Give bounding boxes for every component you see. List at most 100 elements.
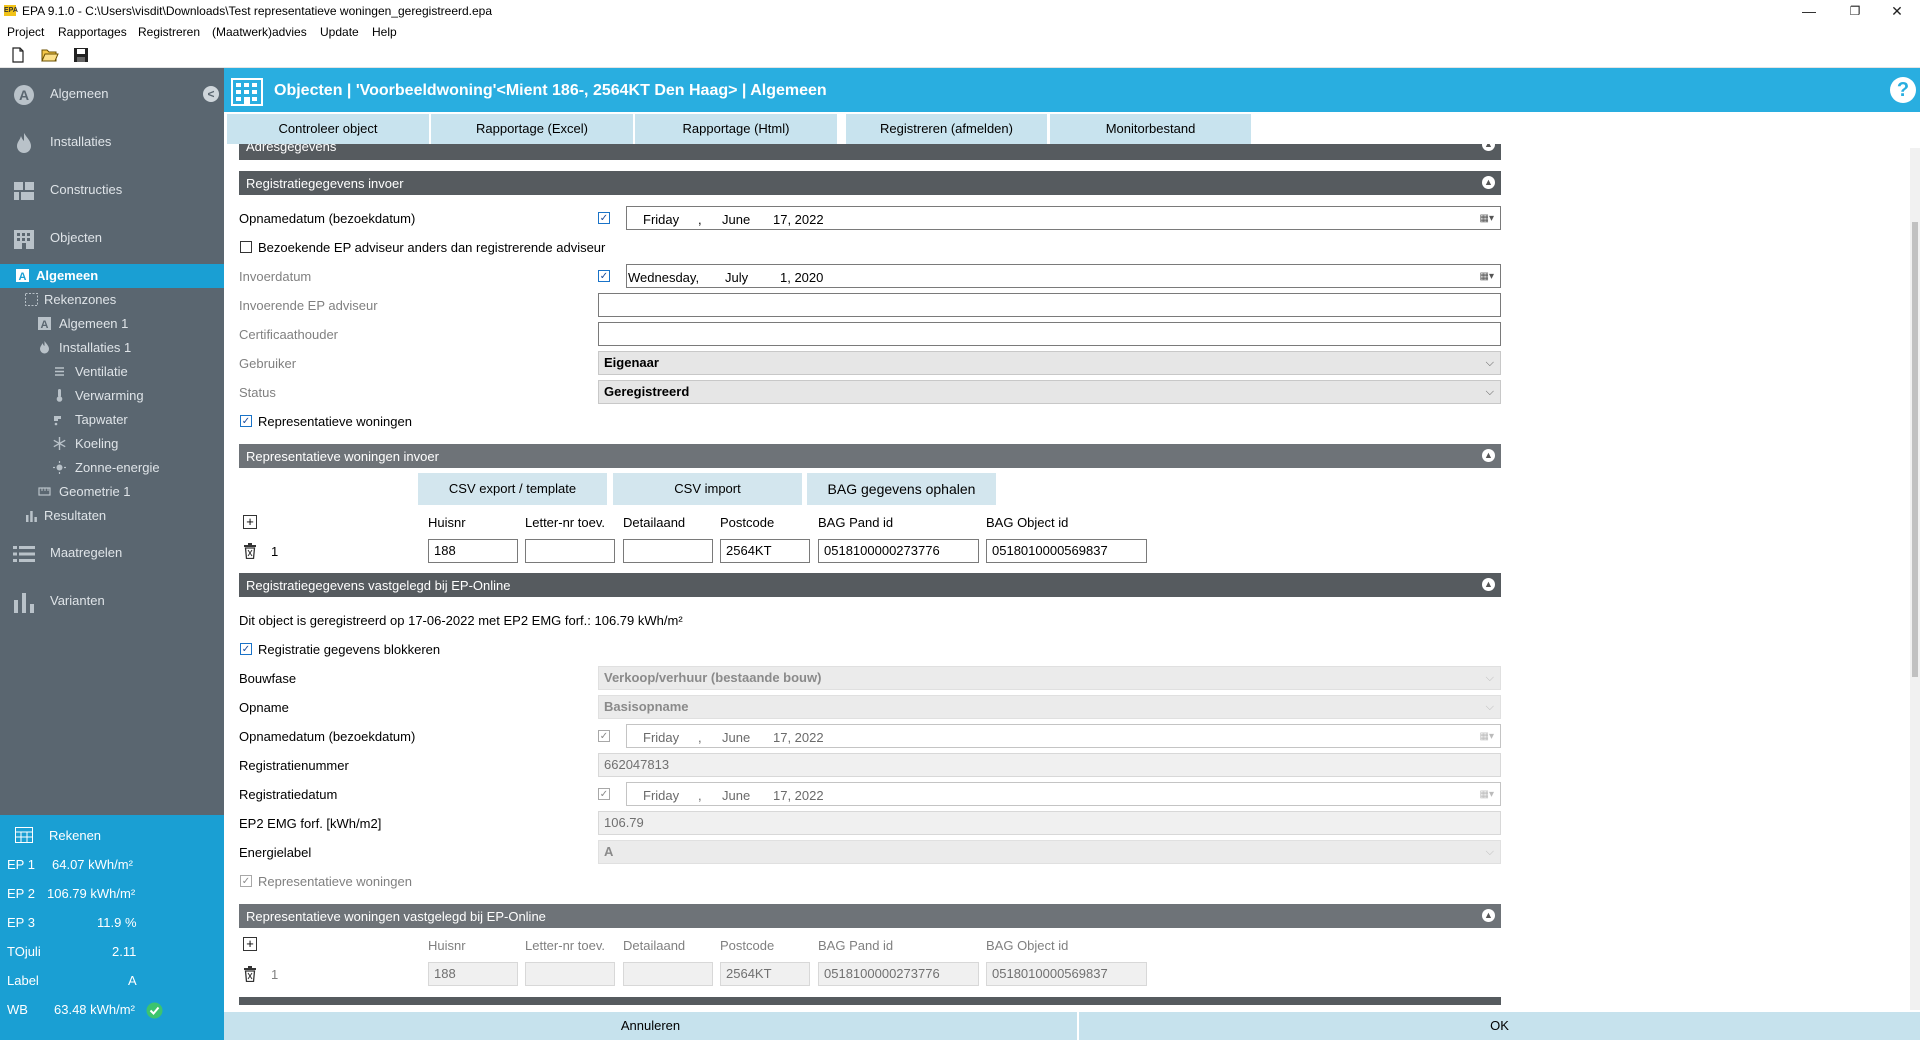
bouwfase-select[interactable]: Verkoop/verhuur (bestaande bouw) ⌵ — [598, 666, 1501, 690]
sidebar-item-objecten[interactable]: Objecten — [0, 215, 224, 263]
tab-monitorbestand[interactable]: Monitorbestand — [1050, 114, 1251, 144]
csv-export-button[interactable]: CSV export / template — [418, 473, 607, 505]
snowflake-icon — [53, 437, 66, 450]
sidebar-item-maatregelen[interactable]: Maatregelen — [0, 530, 224, 578]
opname-select[interactable]: Basisopname ⌵ — [598, 695, 1501, 719]
invoerende-adviseur-input[interactable] — [598, 293, 1501, 317]
sidebar-item-algemeen[interactable]: A Algemeen — [0, 71, 224, 119]
menu-project[interactable]: Project — [7, 25, 44, 39]
sidebar-item-label: Rekenzones — [44, 292, 117, 307]
menu-update[interactable]: Update — [320, 25, 359, 39]
section-adresgegevens[interactable]: Adresgegevens ▲ — [239, 144, 1501, 160]
invoerdatum-checkbox[interactable]: ✓ — [598, 270, 610, 282]
sidebar-item-installaties[interactable]: Installaties — [0, 119, 224, 167]
collapse-sidebar-button[interactable]: < — [203, 86, 219, 102]
bag-object-id-input[interactable]: 0518010000569837 — [986, 962, 1147, 986]
letter-nr-input[interactable] — [525, 962, 615, 986]
minimize-button[interactable]: — — [1786, 0, 1832, 22]
sidebar-item-algemeen-1[interactable]: A Algemeen 1 — [0, 312, 224, 336]
col-bag-pand-id: BAG Pand id — [818, 515, 894, 530]
menu-rapportages[interactable]: Rapportages — [58, 25, 127, 39]
calendar-icon[interactable]: ▦▾ — [1480, 731, 1494, 742]
bag-object-id-input[interactable]: 0518010000569837 — [986, 539, 1147, 563]
calendar-icon[interactable]: ▦▾ — [1480, 789, 1494, 800]
result-key: WB — [7, 1002, 28, 1017]
result-label: Label A — [0, 966, 224, 995]
letter-a-icon: A — [38, 317, 51, 331]
restore-button[interactable]: ❐ — [1832, 0, 1878, 22]
bag-pand-id-input[interactable]: 0518100000273776 — [818, 962, 979, 986]
vastgelegd-representatieve-label: Representatieve woningen — [258, 874, 412, 889]
ok-button[interactable]: OK — [1079, 1012, 1920, 1040]
sidebar-item-verwarming[interactable]: Verwarming — [0, 384, 224, 408]
vastgelegd-opnamedatum-picker[interactable]: Friday , June 17, 2022 ▦▾ — [626, 724, 1501, 748]
postcode-input[interactable]: 2564KT — [720, 962, 810, 986]
calendar-icon[interactable]: ▦▾ — [1480, 213, 1494, 224]
menu-help[interactable]: Help — [372, 25, 397, 39]
save-icon[interactable] — [73, 47, 89, 63]
open-folder-icon[interactable] — [41, 47, 59, 63]
add-row-button[interactable]: + — [243, 515, 257, 529]
sidebar-item-varianten[interactable]: Varianten — [0, 578, 224, 626]
sidebar-item-ventilatie[interactable]: Ventilatie — [0, 360, 224, 384]
menu-registreren[interactable]: Registreren — [138, 25, 200, 39]
vastgelegd-opnamedatum-label: Opnamedatum (bezoekdatum) — [239, 729, 416, 744]
bezoekende-checkbox[interactable] — [240, 241, 252, 253]
sidebar-item-constructies[interactable]: Constructies — [0, 167, 224, 215]
title-bar: EPA EPA 9.1.0 - C:\Users\visdit\Download… — [0, 0, 1920, 22]
detailaand-input[interactable] — [623, 539, 713, 563]
tab-registreren-afmelden[interactable]: Registreren (afmelden) — [846, 114, 1047, 144]
sidebar-item-objecten-algemeen[interactable]: A Algemeen — [0, 264, 224, 288]
registratiedatum-checkbox[interactable]: ✓ — [598, 788, 610, 800]
delete-row-icon[interactable] — [243, 966, 257, 985]
delete-row-icon[interactable] — [243, 543, 257, 562]
representatieve-woningen-checkbox[interactable]: ✓ — [240, 415, 252, 427]
new-file-icon[interactable] — [10, 47, 26, 63]
opnamedatum-picker[interactable]: Friday , June 17, 2022 ▦▾ — [626, 206, 1501, 230]
calendar-icon[interactable]: ▦▾ — [1480, 271, 1494, 282]
ep2-emg-input[interactable]: 106.79 — [598, 811, 1501, 835]
help-button[interactable]: ? — [1890, 77, 1916, 103]
postcode-input[interactable]: 2564KT — [720, 539, 810, 563]
sidebar-item-rekenzones[interactable]: Rekenzones — [0, 288, 224, 312]
menu-maatwerkadvies[interactable]: (Maatwerk)advies — [212, 25, 307, 39]
huisnr-input[interactable]: 188 — [428, 962, 518, 986]
sun-icon — [53, 461, 66, 474]
status-select[interactable]: Geregistreerd ⌵ — [598, 380, 1501, 404]
energielabel-select[interactable]: A ⌵ — [598, 840, 1501, 864]
add-row-button[interactable]: + — [243, 937, 257, 951]
registratienummer-input[interactable]: 662047813 — [598, 753, 1501, 777]
letter-nr-input[interactable] — [525, 539, 615, 563]
vastgelegd-representatieve-checkbox[interactable]: ✓ — [240, 875, 252, 887]
tab-rapportage-html[interactable]: Rapportage (Html) — [635, 114, 837, 144]
gebruiker-select[interactable]: Eigenaar ⌵ — [598, 351, 1501, 375]
section-representatieve-vastgelegd[interactable]: Representatieve woningen vastgelegd bij … — [239, 904, 1501, 928]
section-registratie-invoer[interactable]: Registratiegegevens invoer ▲ — [239, 171, 1501, 195]
csv-import-button[interactable]: CSV import — [613, 473, 802, 505]
sidebar-item-geometrie-1[interactable]: Geometrie 1 — [0, 480, 224, 504]
certificaathouder-input[interactable] — [598, 322, 1501, 346]
date-month: June — [722, 730, 751, 745]
detailaand-input[interactable] — [623, 962, 713, 986]
sidebar-item-koeling[interactable]: Koeling — [0, 432, 224, 456]
huisnr-input[interactable]: 188 — [428, 539, 518, 563]
sidebar-item-tapwater[interactable]: Tapwater — [0, 408, 224, 432]
registratie-blokkeren-checkbox[interactable]: ✓ — [240, 643, 252, 655]
vastgelegd-opnamedatum-checkbox[interactable]: ✓ — [598, 730, 610, 742]
opnamedatum-checkbox[interactable]: ✓ — [598, 212, 610, 224]
bag-gegevens-ophalen-button[interactable]: BAG gegevens ophalen — [807, 473, 996, 505]
rekenen-button[interactable]: Rekenen — [0, 821, 224, 850]
close-button[interactable]: ✕ — [1874, 0, 1920, 22]
registratiedatum-picker[interactable]: Friday , June 17, 2022 ▦▾ — [626, 782, 1501, 806]
tab-rapportage-excel[interactable]: Rapportage (Excel) — [431, 114, 633, 144]
invoerdatum-picker[interactable]: Wednesday, July 1, 2020 ▦▾ — [626, 264, 1501, 288]
scrollbar-thumb[interactable] — [1912, 222, 1918, 677]
tab-controleer-object[interactable]: Controleer object — [227, 114, 429, 144]
section-registratie-vastgelegd[interactable]: Registratiegegevens vastgelegd bij EP-On… — [239, 573, 1501, 597]
sidebar-item-resultaten[interactable]: Resultaten — [0, 504, 224, 528]
sidebar-item-zonne-energie[interactable]: Zonne-energie — [0, 456, 224, 480]
section-representatieve-invoer[interactable]: Representatieve woningen invoer ▲ — [239, 444, 1501, 468]
bag-pand-id-input[interactable]: 0518100000273776 — [818, 539, 979, 563]
sidebar-item-installaties-1[interactable]: Installaties 1 — [0, 336, 224, 360]
annuleren-button[interactable]: Annuleren — [224, 1012, 1077, 1040]
